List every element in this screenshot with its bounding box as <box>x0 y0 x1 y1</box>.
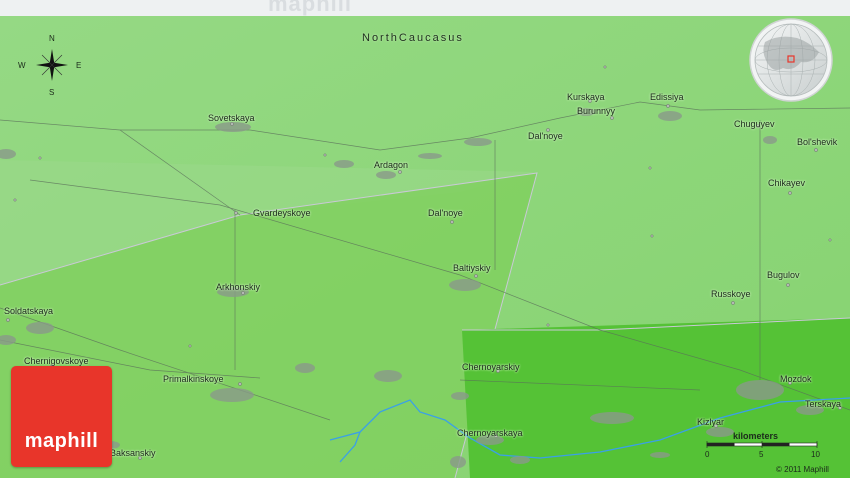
map-canvas[interactable]: maphill N S E W NorthCaucasus Sovetskaya… <box>0 0 850 478</box>
place-label-dalnoye-south[interactable]: Dal'noye <box>428 208 463 218</box>
place-label-chernoyarskiy[interactable]: Chernoyarskiy <box>462 362 520 372</box>
place-label-baksanskiy[interactable]: Baksanskiy <box>110 448 156 458</box>
maphill-logo[interactable]: maphill <box>11 366 112 467</box>
compass-north-label: N <box>49 34 55 43</box>
terrain-layer <box>0 16 850 478</box>
place-label-baltiyskiy[interactable]: Baltiyskiy <box>453 263 491 273</box>
place-label-terskaya[interactable]: Terskaya <box>805 399 841 409</box>
place-label-gvardeyskoye[interactable]: Gvardeyskoye <box>253 208 311 218</box>
place-label-chernoyarskaya[interactable]: Chernoyarskaya <box>457 428 523 438</box>
scale-tick-0: 0 <box>705 450 710 459</box>
scale-tick-10: 10 <box>811 450 820 459</box>
place-label-chuguyev[interactable]: Chuguyev <box>734 119 775 129</box>
place-label-chikayev[interactable]: Chikayev <box>768 178 805 188</box>
logo-text: maphill <box>24 430 99 452</box>
watermark-text: maphill <box>268 0 353 16</box>
place-label-mozdok[interactable]: Mozdok <box>780 374 812 384</box>
scale-tick-5: 5 <box>759 450 764 459</box>
scale-title: kilometers <box>733 431 779 441</box>
place-label-burunnyy[interactable]: Burunnyy <box>577 106 615 116</box>
globe-locator <box>749 18 833 102</box>
place-label-chernigovskoye[interactable]: Chernigovskoye <box>24 356 89 366</box>
compass-west-label: W <box>18 61 26 70</box>
place-label-edissiya[interactable]: Edissiya <box>650 92 684 102</box>
copyright-notice: © 2011 Maphill <box>776 465 829 474</box>
region-label: NorthCaucasus <box>362 32 464 44</box>
place-label-ardagon[interactable]: Ardagon <box>374 160 408 170</box>
place-label-dalnoye-north[interactable]: Dal'noye <box>528 131 563 141</box>
place-label-bugulov[interactable]: Bugulov <box>767 270 800 280</box>
place-label-bolshevik[interactable]: Bol'shevik <box>797 137 837 147</box>
compass-east-label: E <box>76 61 82 70</box>
place-label-arkhonskiy[interactable]: Arkhonskiy <box>216 282 260 292</box>
compass-south-label: S <box>49 88 55 97</box>
place-label-soldatskaya[interactable]: Soldatskaya <box>4 306 53 316</box>
place-label-kizlyar[interactable]: Kizlyar <box>697 417 724 427</box>
place-label-sovetskaya[interactable]: Sovetskaya <box>208 113 255 123</box>
place-label-russkoye[interactable]: Russkoye <box>711 289 751 299</box>
place-label-primalkinskoye[interactable]: Primalkinskoye <box>163 374 224 384</box>
place-label-kurskaya[interactable]: Kurskaya <box>567 92 605 102</box>
top-strip: maphill <box>0 0 850 16</box>
